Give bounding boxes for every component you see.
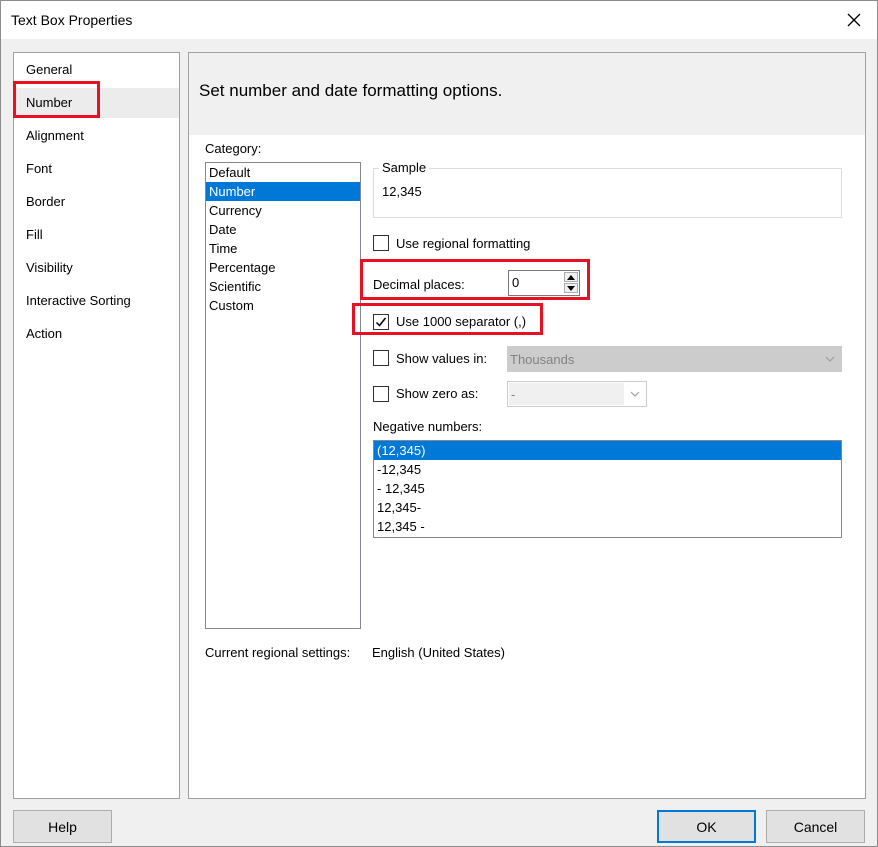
sidebar-item-action[interactable]: Action bbox=[14, 319, 179, 349]
list-item[interactable]: Percentage bbox=[206, 258, 360, 277]
list-item[interactable]: Custom bbox=[206, 296, 360, 315]
ok-button-label: OK bbox=[696, 818, 717, 835]
sidebar-item-visibility[interactable]: Visibility bbox=[14, 253, 179, 283]
help-button[interactable]: Help bbox=[13, 810, 112, 843]
list-item[interactable]: (12,345) bbox=[374, 441, 841, 460]
sidebar-nav: General Number Alignment Font Border Fil… bbox=[13, 52, 180, 799]
list-item[interactable]: Default bbox=[206, 163, 360, 182]
sidebar-item-number[interactable]: Number bbox=[14, 88, 179, 118]
show-values-select[interactable]: Thousands bbox=[507, 346, 842, 372]
list-item[interactable]: -12,345 bbox=[374, 460, 841, 479]
decimal-places-value: 0 bbox=[512, 275, 520, 290]
sample-value: 12,345 bbox=[382, 184, 422, 199]
sidebar-item-general[interactable]: General bbox=[14, 55, 179, 85]
list-item[interactable]: 12,345- bbox=[374, 498, 841, 517]
sidebar-item-interactive-sorting[interactable]: Interactive Sorting bbox=[14, 286, 179, 316]
decrement-button[interactable] bbox=[564, 283, 578, 293]
decimal-places-label: Decimal places: bbox=[373, 277, 465, 292]
regional-formatting-checkbox[interactable] bbox=[373, 235, 389, 251]
triangle-up-icon bbox=[567, 274, 575, 280]
checkmark-icon bbox=[375, 317, 387, 327]
show-zero-field bbox=[509, 383, 624, 405]
negative-numbers-list[interactable]: (12,345) -12,345 - 12,345 12,345- 12,345… bbox=[373, 440, 842, 538]
show-values-value: Thousands bbox=[510, 352, 575, 367]
sample-groupbox bbox=[373, 168, 842, 218]
show-zero-value: - bbox=[511, 387, 516, 402]
negative-numbers-label: Negative numbers: bbox=[373, 419, 483, 434]
list-item[interactable]: - 12,345 bbox=[374, 479, 841, 498]
sidebar-item-border[interactable]: Border bbox=[14, 187, 179, 217]
show-zero-select[interactable]: - bbox=[507, 381, 647, 407]
regional-formatting-label: Use regional formatting bbox=[396, 236, 531, 251]
regional-settings-label: Current regional settings: bbox=[205, 645, 351, 660]
title-bar: Text Box Properties bbox=[1, 1, 877, 39]
sidebar-item-label: General bbox=[26, 62, 73, 77]
close-button[interactable] bbox=[831, 1, 877, 39]
chevron-down-icon bbox=[630, 391, 640, 397]
list-item[interactable]: Currency bbox=[206, 201, 360, 220]
list-item[interactable]: Time bbox=[206, 239, 360, 258]
header-text: Set number and date formatting options. bbox=[199, 81, 503, 100]
sidebar-item-label: Font bbox=[26, 161, 53, 176]
content-panel: Set number and date formatting options. … bbox=[188, 52, 866, 799]
triangle-down-icon bbox=[567, 285, 575, 291]
sidebar-item-font[interactable]: Font bbox=[14, 154, 179, 184]
decimal-places-stepper[interactable]: 0 bbox=[508, 270, 580, 296]
sidebar-item-label: Fill bbox=[26, 227, 43, 242]
show-zero-label: Show zero as: bbox=[396, 386, 479, 401]
sidebar-item-label: Action bbox=[26, 326, 63, 341]
regional-settings-value: English (United States) bbox=[372, 645, 505, 660]
increment-button[interactable] bbox=[564, 272, 578, 282]
thousands-separator-checkbox[interactable] bbox=[373, 314, 389, 330]
cancel-button-label: Cancel bbox=[793, 818, 838, 835]
show-values-label: Show values in: bbox=[396, 351, 488, 366]
close-icon bbox=[847, 13, 861, 27]
sample-label: Sample bbox=[379, 160, 430, 175]
sidebar-item-label: Border bbox=[26, 194, 66, 209]
dialog-title: Text Box Properties bbox=[11, 12, 133, 28]
category-list[interactable]: Default Number Currency Date Time Percen… bbox=[205, 162, 361, 629]
show-zero-checkbox[interactable] bbox=[373, 386, 389, 402]
help-button-label: Help bbox=[48, 818, 77, 835]
sidebar-item-alignment[interactable]: Alignment bbox=[14, 121, 179, 151]
sidebar-item-label: Alignment bbox=[26, 128, 84, 143]
ok-button[interactable]: OK bbox=[657, 810, 756, 843]
chevron-down-icon bbox=[825, 356, 835, 362]
panel-header: Set number and date formatting options. bbox=[189, 53, 865, 135]
sidebar-item-label: Number bbox=[26, 95, 73, 110]
sidebar-item-label: Visibility bbox=[26, 260, 73, 275]
sidebar-item-fill[interactable]: Fill bbox=[14, 220, 179, 250]
list-item[interactable]: Scientific bbox=[206, 277, 360, 296]
show-values-checkbox[interactable] bbox=[373, 350, 389, 366]
sidebar-item-label: Interactive Sorting bbox=[26, 293, 131, 308]
list-item[interactable]: Number bbox=[206, 182, 360, 201]
cancel-button[interactable]: Cancel bbox=[766, 810, 865, 843]
thousands-separator-label: Use 1000 separator (,) bbox=[396, 314, 527, 329]
text-box-properties-dialog: Text Box Properties General Number Align… bbox=[0, 0, 878, 847]
category-label: Category: bbox=[205, 141, 262, 156]
list-item[interactable]: 12,345 - bbox=[374, 517, 841, 536]
list-item[interactable]: Date bbox=[206, 220, 360, 239]
